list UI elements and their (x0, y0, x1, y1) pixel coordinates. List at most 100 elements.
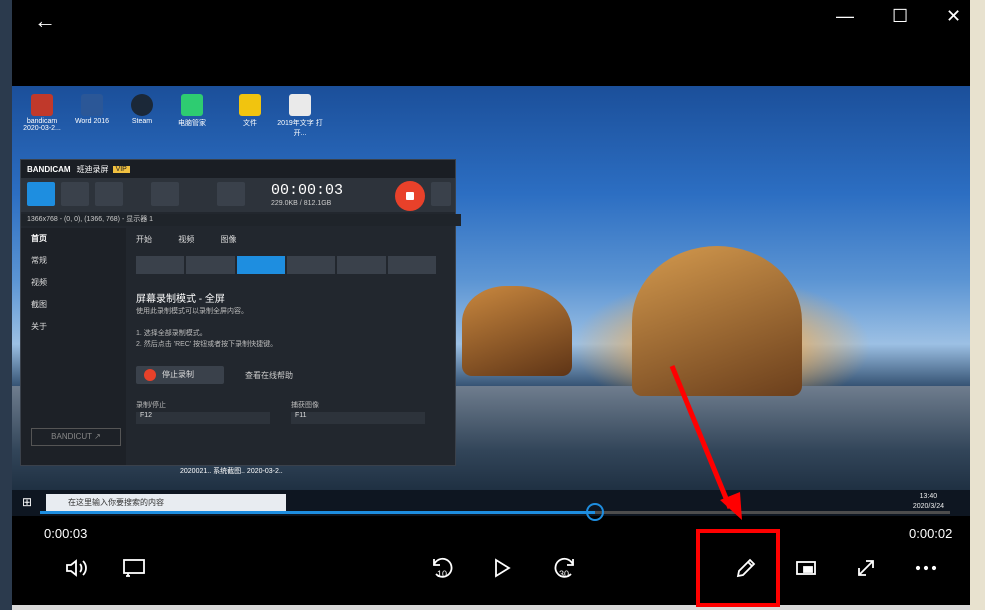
rock-arch (632, 246, 802, 396)
hotkey-capture-field[interactable]: F11 (291, 412, 425, 424)
svg-text:30: 30 (559, 569, 569, 579)
desktop-icon-label: Steam (131, 118, 153, 125)
record-file-size: 229.0KB / 812.1GB (271, 200, 332, 207)
desktop-icon-label: 电脑管家 (178, 120, 206, 127)
sidebar-item-general[interactable]: 常规 (21, 250, 126, 272)
bandicam-window: BANDICAM 班迪录屏 VIP 00:00:03 229.0KB / 812… (20, 159, 461, 466)
word-app-icon (81, 94, 103, 116)
windows-start-icon[interactable]: ⊞ (22, 495, 32, 509)
sidebar-item-screenshot[interactable]: 截图 (21, 294, 126, 316)
sidebar-item-home[interactable]: 首页 (21, 228, 126, 250)
taskbar-clock: 13:40 2020/3/24 (913, 492, 944, 512)
volume-button[interactable] (60, 550, 96, 586)
tab-video[interactable]: 视频 (178, 235, 194, 244)
mini-view-button[interactable] (788, 550, 824, 586)
mode-device-button[interactable] (387, 256, 436, 274)
video-frame[interactable]: bandicam 2020-03-2... Word 2016 Steam 电脑… (12, 86, 970, 516)
wechat-app-icon (181, 94, 203, 116)
rewind-10-icon: 10 (433, 557, 453, 579)
dropdown-chevron-icon[interactable] (61, 182, 89, 206)
desktop-icon: 2019年文字 打开... (276, 94, 324, 138)
bandicam-subtitle: 班迪录屏 (76, 164, 109, 174)
desktop-icon: 文件 (226, 94, 274, 128)
forward-30-icon: 30 (554, 557, 574, 579)
seek-thumb[interactable] (586, 503, 605, 521)
desktop-icon-label: bandicam 2020-03-2... (23, 118, 61, 132)
maximize-button[interactable]: ☐ (892, 6, 908, 27)
mode-back-button[interactable] (136, 256, 185, 274)
tab-image[interactable]: 图像 (220, 235, 236, 244)
desktop-icon: Steam (118, 94, 166, 125)
bandicam-header: BANDICAM 班迪录屏 VIP (21, 160, 455, 178)
record-timer: 00:00:03 (271, 182, 344, 199)
desktop-icon-label: Word 2016 (74, 118, 110, 125)
mode-fullscreen-button[interactable] (236, 256, 285, 274)
desktop-icon-label: 文件 (243, 120, 257, 127)
mode-title: 屏幕录制模式 - 全屏 (136, 294, 225, 305)
game-mode-icon[interactable] (95, 182, 123, 206)
seek-bar[interactable] (40, 503, 950, 521)
fullscreen-icon (858, 560, 874, 576)
tab-start[interactable]: 开始 (136, 235, 152, 244)
title-bar: ← — ☐ ✕ (12, 0, 970, 86)
taskbar-search-box[interactable]: 在这里输入你要搜索的内容 (46, 494, 286, 512)
bandicam-sidebar: 首页 常规 视频 截图 关于 BANDICUT ↗ (21, 228, 126, 465)
play-icon (495, 558, 511, 578)
mode-steps: 1. 选择全部录制模式。 2. 然后点击 'REC' 按钮或者按下录制快捷键。 (136, 328, 277, 350)
screen-mode-icon[interactable] (27, 182, 55, 206)
folder-icon (239, 94, 261, 116)
current-time: 0:00:03 (44, 526, 88, 541)
hotkey-record-label: 录制/停止 (136, 402, 166, 409)
mode-game-button[interactable] (337, 256, 386, 274)
mode-rectangle-button[interactable] (186, 256, 235, 274)
bandicam-tabs: 开始 视频 图像 (131, 228, 451, 245)
hotkey-capture-label: 捕获图像 (291, 402, 319, 409)
desktop-left-edge (0, 0, 12, 610)
stop-recording-button[interactable]: 停止录制 (136, 366, 224, 384)
svg-text:10: 10 (437, 569, 447, 579)
sidebar-item-video[interactable]: 视频 (21, 272, 126, 294)
mode-cursor-button[interactable] (286, 256, 336, 274)
vip-badge[interactable]: VIP (112, 165, 130, 173)
desktop-folder-labels: 2020021.. 系统截图.. 2020-03-2.. (180, 468, 283, 475)
desktop-right-edge (970, 0, 985, 610)
close-button[interactable]: ✕ (946, 6, 961, 27)
desktop-icon: Word 2016 (68, 94, 116, 125)
online-help-link[interactable]: 查看在线帮助 (245, 370, 293, 381)
play-button[interactable] (484, 550, 520, 586)
camera-icon[interactable] (431, 182, 451, 206)
media-player-window: ← — ☐ ✕ bandicam 2020-03-2... Word 2016 … (12, 0, 970, 605)
hotkey-record-field[interactable]: F12 (136, 412, 270, 424)
subtitles-button[interactable] (116, 550, 152, 586)
step-2: 2. 然后点击 'REC' 按钮或者按下录制快捷键。 (136, 341, 278, 348)
stop-record-button[interactable] (395, 181, 425, 211)
steam-app-icon (131, 94, 153, 116)
more-icon (915, 565, 937, 571)
forward-30-button[interactable]: 30 (547, 550, 583, 586)
bandicam-logo: BANDICAM (27, 164, 71, 174)
rock-formation-small (462, 286, 572, 376)
desktop-icon: 电脑管家 (168, 94, 216, 128)
clock-time: 13:40 (919, 493, 938, 500)
volume-icon (66, 559, 87, 577)
mode-description: 使用此录制模式可以录制全屏内容。 (136, 308, 248, 315)
remaining-time: 0:00:02 (909, 526, 953, 541)
bandicam-main: 开始 视频 图像 屏幕录制模式 - 全屏 使用此录制模式可以录制全屏内容。 1.… (131, 228, 451, 465)
sidebar-item-about[interactable]: 关于 (21, 316, 126, 338)
document-icon (289, 94, 311, 116)
bandicam-toolbar: 00:00:03 229.0KB / 812.1GB (21, 178, 455, 212)
seek-bar-progress (40, 511, 596, 514)
device-mode-icon[interactable] (151, 182, 179, 206)
annotation-highlight-box (696, 529, 780, 607)
back-arrow-icon[interactable]: ← (34, 8, 56, 34)
desktop-icon-label: 2019年文字 打开... (277, 120, 323, 137)
minimize-button[interactable]: — (836, 6, 854, 27)
more-options-button[interactable] (908, 550, 944, 586)
mini-view-icon (796, 561, 816, 575)
bandicut-button[interactable]: BANDICUT ↗ (31, 428, 121, 446)
step-1: 1. 选择全部录制模式。 (136, 330, 207, 337)
capture-mode-row (136, 256, 436, 274)
webcam-icon[interactable] (217, 182, 245, 206)
fullscreen-button[interactable] (848, 550, 884, 586)
rewind-10-button[interactable]: 10 (424, 550, 460, 586)
